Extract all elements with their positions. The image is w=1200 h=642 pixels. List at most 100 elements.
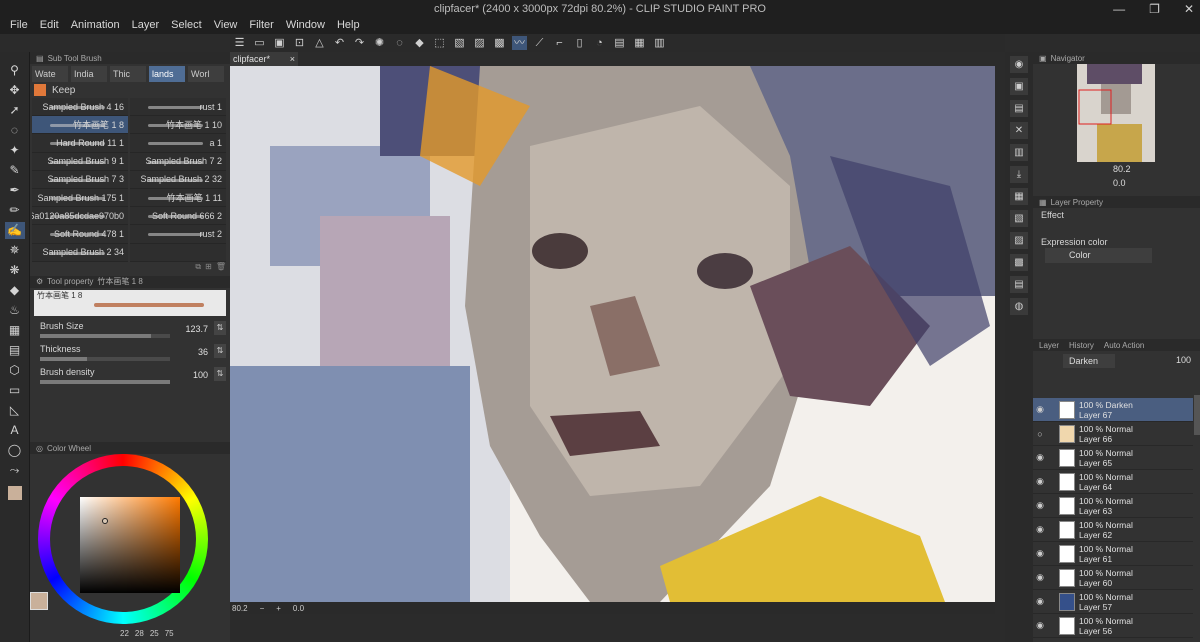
redo-icon[interactable]: ↷ bbox=[352, 36, 367, 50]
layer-tab[interactable]: Layer bbox=[1039, 341, 1059, 350]
auto-action-tab[interactable]: Auto Action bbox=[1104, 341, 1144, 350]
density-stepper[interactable]: ⇅ bbox=[214, 366, 226, 381]
main-color-swatch[interactable] bbox=[7, 486, 22, 500]
keep-icon[interactable] bbox=[34, 84, 46, 96]
brush-size-slider[interactable] bbox=[40, 333, 170, 338]
zoom-in-icon[interactable]: + bbox=[276, 604, 281, 613]
eye-icon[interactable]: ◉ bbox=[1033, 500, 1047, 511]
thickness-value[interactable]: 36 bbox=[198, 347, 208, 357]
maximize-button[interactable]: ❐ bbox=[1149, 2, 1160, 16]
brush-icon[interactable]: ✍ bbox=[4, 222, 25, 239]
eye-icon[interactable]: ◉ bbox=[1033, 620, 1047, 631]
layer-row[interactable]: ◉ 100 % Normal Layer 63 bbox=[1033, 494, 1193, 518]
angle-readout[interactable]: 0.0 bbox=[293, 604, 304, 613]
phone-icon[interactable]: ▯ bbox=[572, 36, 587, 50]
eraser-icon[interactable]: ◆ bbox=[5, 282, 25, 299]
layer-list-scrollbar[interactable] bbox=[1194, 395, 1200, 435]
brush-size-value[interactable]: 123.7 bbox=[185, 324, 208, 334]
navigator-rotation[interactable]: 0.0 bbox=[1113, 178, 1200, 188]
invert-icon[interactable]: ▨ bbox=[472, 36, 487, 50]
canvas[interactable] bbox=[230, 66, 995, 602]
sub-tool-tab-watercolor[interactable]: Wate bbox=[32, 66, 68, 82]
eyedropper-icon[interactable]: ✎ bbox=[5, 162, 25, 179]
thickness-slider[interactable] bbox=[40, 356, 170, 361]
navigator-icon[interactable]: ◉ bbox=[1010, 56, 1028, 73]
layer-row[interactable]: ◉ 100 % Normal Layer 65 bbox=[1033, 446, 1193, 470]
brush-item[interactable]: 竹本画笔 1 10 bbox=[130, 116, 226, 135]
panel-icon-9[interactable]: ▨ bbox=[1010, 232, 1028, 249]
current-color-swatch[interactable] bbox=[30, 592, 48, 610]
clear-icon[interactable]: ◌ bbox=[392, 36, 407, 50]
brush-item[interactable]: rust 2 bbox=[130, 225, 226, 244]
move-icon[interactable]: ✥ bbox=[5, 82, 25, 99]
zoom-readout[interactable]: 80.2 bbox=[232, 604, 248, 613]
fill-icon[interactable]: ◆ bbox=[412, 36, 427, 50]
menu-window[interactable]: Window bbox=[280, 17, 331, 34]
image-icon[interactable]: ▤ bbox=[612, 36, 627, 50]
sub-tool-tab-thick[interactable]: Thic bbox=[110, 66, 146, 82]
eye-icon[interactable]: ◉ bbox=[1033, 404, 1047, 415]
text-icon[interactable]: A bbox=[5, 422, 25, 439]
menu-filter[interactable]: Filter bbox=[243, 17, 279, 34]
open-folder-icon[interactable]: ▣ bbox=[272, 36, 287, 50]
settings-icon[interactable]: ◔ bbox=[592, 36, 607, 50]
show-selection-icon[interactable]: ▩ bbox=[492, 36, 507, 50]
layer-row[interactable]: ◉ 100 % Normal Layer 61 bbox=[1033, 542, 1193, 566]
brush-item[interactable]: Hard Round 11 1 bbox=[32, 134, 128, 153]
undo-icon[interactable]: ↶ bbox=[332, 36, 347, 50]
brush-size-stepper[interactable]: ⇅ bbox=[214, 320, 226, 335]
brush-item-selected[interactable]: 竹本画笔 1 8 bbox=[32, 116, 128, 135]
zoom-out-icon[interactable]: − bbox=[260, 604, 265, 613]
save-icon[interactable]: ⊡ bbox=[292, 36, 307, 50]
brush-item[interactable]: Sampled Brush 2 34 bbox=[32, 243, 128, 262]
panel-icon-8[interactable]: ▧ bbox=[1010, 210, 1028, 227]
eye-icon[interactable]: ◉ bbox=[1033, 572, 1047, 583]
download-icon[interactable]: ⤓ bbox=[1010, 166, 1028, 183]
library-icon[interactable]: ▥ bbox=[652, 36, 667, 50]
history-tab[interactable]: History bbox=[1069, 341, 1094, 350]
menu-select[interactable]: Select bbox=[165, 17, 208, 34]
navigator-thumbnail[interactable] bbox=[1077, 64, 1155, 162]
deselect-icon[interactable]: ▧ bbox=[452, 36, 467, 50]
brush-item[interactable]: rust 1 bbox=[130, 98, 226, 117]
layer-opacity[interactable]: 100 bbox=[1176, 355, 1191, 365]
brush-item[interactable]: a 1 bbox=[130, 134, 226, 153]
frame-icon[interactable]: ▭ bbox=[5, 382, 25, 399]
material-icon[interactable]: ▤ bbox=[1010, 100, 1028, 117]
menu-view[interactable]: View bbox=[208, 17, 244, 34]
layer-row[interactable]: ◉ 100 % Normal Layer 62 bbox=[1033, 518, 1193, 542]
operation-icon[interactable]: ➚ bbox=[5, 102, 25, 119]
lasso-icon[interactable]: ◌ bbox=[5, 122, 25, 139]
balloon-icon[interactable]: ◯ bbox=[5, 442, 25, 459]
menu-help[interactable]: Help bbox=[331, 17, 366, 34]
layer-row[interactable]: ◉ 100 % Normal Layer 56 bbox=[1033, 614, 1193, 638]
menu-icon[interactable]: ☰ bbox=[232, 36, 247, 50]
sub-tool-tab-india[interactable]: India bbox=[71, 66, 107, 82]
export-icon[interactable]: △ bbox=[312, 36, 327, 50]
minimize-button[interactable]: — bbox=[1113, 2, 1125, 16]
layer-row[interactable]: ◉ 100 % Darken Layer 67 bbox=[1033, 398, 1193, 422]
eye-icon[interactable]: ◉ bbox=[1033, 596, 1047, 607]
gradient-icon[interactable]: ▤ bbox=[5, 342, 25, 359]
eye-icon[interactable]: ◉ bbox=[1033, 452, 1047, 463]
material-icon[interactable]: ▦ bbox=[632, 36, 647, 50]
new-file-icon[interactable]: ▭ bbox=[252, 36, 267, 50]
layer-row[interactable]: ◉ 100 % Normal Layer 57 bbox=[1033, 590, 1193, 614]
blend-mode-select[interactable]: Darken bbox=[1063, 354, 1115, 368]
busy-icon[interactable]: ✺ bbox=[372, 36, 387, 50]
eye-icon[interactable]: ○ bbox=[1033, 429, 1047, 439]
density-value[interactable]: 100 bbox=[193, 370, 208, 380]
menu-file[interactable]: File bbox=[4, 17, 34, 34]
thickness-stepper[interactable]: ⇅ bbox=[214, 343, 226, 358]
add-sub-tool-icon[interactable]: ⊞ bbox=[205, 262, 212, 274]
panel-icon-5[interactable]: ▥ bbox=[1010, 144, 1028, 161]
eye-icon[interactable]: ◉ bbox=[1033, 524, 1047, 535]
layer-row[interactable]: ○ 100 % Normal Layer 66 bbox=[1033, 422, 1193, 446]
ruler-snap-icon[interactable]: 〰 bbox=[512, 36, 527, 50]
eye-icon[interactable]: ◉ bbox=[1033, 548, 1047, 559]
close-tab-icon[interactable]: × bbox=[290, 52, 295, 66]
menu-layer[interactable]: Layer bbox=[126, 17, 166, 34]
figure-icon[interactable]: ⬡ bbox=[5, 362, 25, 379]
airbrush-icon[interactable]: ✵ bbox=[5, 242, 25, 259]
brush-item[interactable]: Soft Round 666 2 bbox=[130, 207, 226, 226]
